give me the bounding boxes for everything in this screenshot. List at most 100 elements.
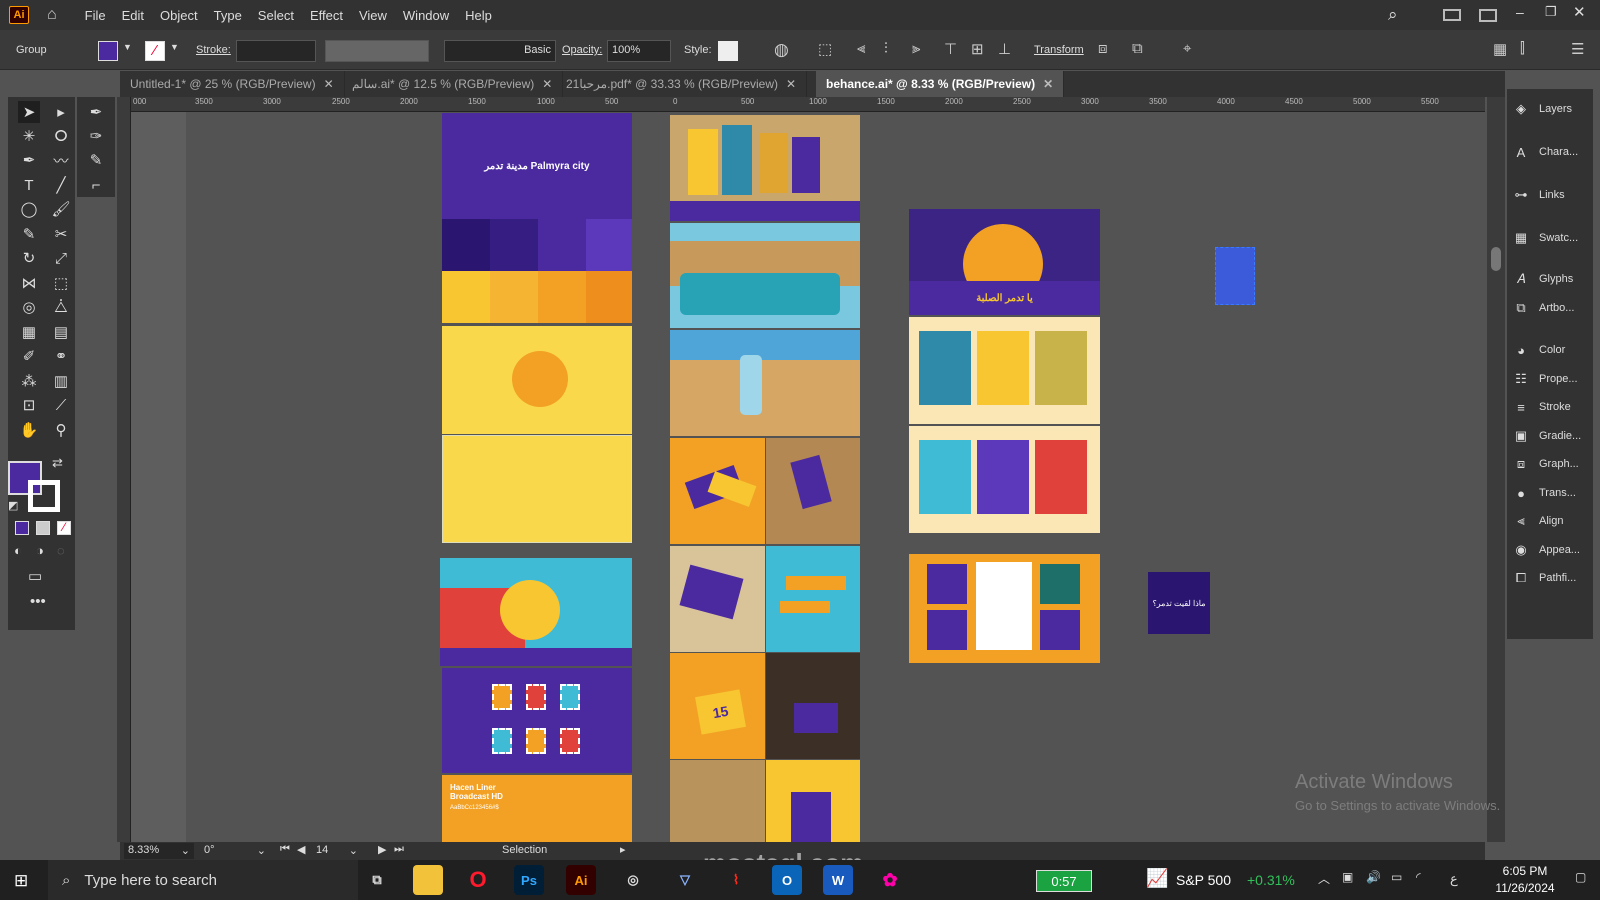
panel-character[interactable]: A Chara... [1511,140,1593,164]
artboard-mockup-bottle[interactable] [670,330,860,436]
tab-salem[interactable]: سالم.ai* @ 12.5 % (RGB/Preview) ✕ [342,71,564,97]
status-menu-icon[interactable]: ▸ [620,843,626,856]
variable-width-field[interactable] [325,40,429,62]
shaper-tool-icon[interactable]: ✎ [18,223,40,245]
minimize-icon[interactable]: – [1516,4,1524,20]
panel-stroke[interactable]: ≡ Stroke [1511,395,1593,419]
pen-tool-icon[interactable]: ✒ [18,149,40,171]
close-tab-icon[interactable]: ✕ [1043,77,1053,91]
perspective-grid-tool-icon[interactable]: ⧊ [50,296,72,318]
delete-anchor-tool-icon[interactable]: ✑ [85,125,107,147]
menu-help[interactable]: Help [465,8,492,23]
panel-align[interactable]: ⫷ Align [1511,509,1593,533]
style-swatch[interactable] [718,41,738,61]
opera-icon[interactable]: O [463,865,493,895]
scrollbar-thumb[interactable] [1491,247,1501,271]
menu-edit[interactable]: Edit [122,8,144,23]
transform-button[interactable]: Transform [1034,44,1084,56]
close-tab-icon[interactable]: ✕ [542,77,552,91]
close-tab-icon[interactable]: ✕ [324,77,334,91]
none-mode-icon[interactable]: ⁄ [57,521,71,535]
arrange-icon[interactable]: ▦ [1493,40,1507,58]
acrobat-icon[interactable]: ⌇ [721,865,751,895]
artboard-poster-hero[interactable]: يا تدمر الصلبة [909,209,1100,315]
color-mode-icon[interactable] [15,521,29,535]
artboard-stamps[interactable] [442,668,632,773]
search-icon[interactable]: ⌕ [1388,5,1398,25]
workspace-icon[interactable] [1479,9,1497,22]
draw-normal-icon[interactable]: ◐ [14,543,22,558]
prev-artboard-icon[interactable]: ◀ [297,843,305,856]
artboard-brochure[interactable] [440,558,632,666]
gradient-tool-icon[interactable]: ▤ [50,321,72,343]
curvature-tool-icon[interactable]: 〰 [50,149,72,171]
menu-view[interactable]: View [359,8,387,23]
stroke-weight-stepper[interactable] [236,40,316,62]
fill-dropdown-icon[interactable]: ▼ [123,42,132,52]
close-window-icon[interactable]: ✕ [1573,3,1586,21]
panel-color[interactable]: ◕ Color [1511,338,1593,362]
timer-badge[interactable]: 0:57 [1036,870,1092,892]
hand-tool-icon[interactable]: ✋ [18,419,40,441]
artboard-mockup-ticket[interactable] [766,438,860,544]
graph-tool-icon[interactable]: ▥ [50,370,72,392]
artboard-mockup-bag[interactable] [766,653,860,759]
rotate-tool-icon[interactable]: ↻ [18,247,40,269]
type-tool-icon[interactable]: T [18,174,40,196]
taskbar-search[interactable]: ⌕ Type here to search [48,860,358,900]
canvas[interactable]: مدينة تدمر Palmyra city Hacen Liner Broa… [131,112,1485,842]
tab-untitled[interactable]: Untitled-1* @ 25 % (RGB/Preview) ✕ [120,71,345,97]
align-to-icon[interactable]: ⬚ [818,40,832,58]
panel-links[interactable]: ⊶ Links [1511,183,1593,207]
lasso-tool-icon[interactable]: ⵔ [50,125,72,147]
artboard-tool-icon[interactable]: ⊡ [18,394,40,416]
isolate-icon[interactable]: ⧈ [1098,40,1108,57]
artboard-mockup-calendar[interactable]: 15 [670,653,765,759]
notification-icon[interactable]: ▢ [1575,870,1586,884]
default-colors-icon[interactable]: ◩ [8,499,18,512]
artboard-logo-variants[interactable] [442,219,632,323]
panel-pathfinder[interactable]: ⧠ Pathfi... [1511,566,1593,590]
panel-swatches[interactable]: ▦ Swatc... [1511,226,1593,250]
shape-builder-tool-icon[interactable]: ◎ [18,296,40,318]
fill-swatch[interactable] [98,41,118,61]
task-view-icon[interactable]: ⧉ [362,865,392,895]
artboard-symbol[interactable] [442,326,632,434]
stroke-color-box[interactable] [28,480,60,512]
artboard-social-posts[interactable] [909,554,1100,663]
artboard-typography[interactable]: Hacen Liner Broadcast HD AaBbCc123456#$ [442,775,632,842]
scale-tool-icon[interactable]: ⤢ [50,247,72,269]
symbol-sprayer-tool-icon[interactable]: ⁂ [18,370,40,392]
menu-effect[interactable]: Effect [310,8,343,23]
screen-mode-icon[interactable]: ▭ [28,567,42,585]
artboard-small-poster[interactable]: ماذا لقيت تدمر؟ [1148,572,1210,634]
menu-file[interactable]: File [85,8,106,23]
ellipse-tool-icon[interactable]: ◯ [18,198,40,220]
file-explorer-icon[interactable] [413,865,443,895]
panel-transparency[interactable]: ● Trans... [1511,481,1593,505]
start-icon[interactable]: ⊞ [14,871,28,891]
artboard-mockup-uniform[interactable] [670,760,765,842]
next-artboard-icon[interactable]: ▶ [378,843,386,856]
selection-tool-icon[interactable]: ➤ [18,101,40,123]
artboard-mockup-vest[interactable] [766,760,860,842]
free-transform-tool-icon[interactable]: ⬚ [50,272,72,294]
blend-tool-icon[interactable]: ⚭ [50,345,72,367]
panel-glyphs[interactable]: 𝐴 Glyphs [1511,267,1593,291]
menu-type[interactable]: Type [214,8,242,23]
convert-anchor-tool-icon[interactable]: ⌐ [85,174,107,196]
app-icon[interactable]: ◎ [618,865,648,895]
swap-colors-icon[interactable]: ⇄ [52,455,63,471]
menu-object[interactable]: Object [160,8,198,23]
panel-artboards[interactable]: ⧉ Artbo... [1511,296,1593,320]
battery-icon[interactable]: ▭ [1391,870,1402,884]
gradient-mode-icon[interactable] [36,521,50,535]
meet-icon[interactable]: ▣ [1342,870,1353,884]
add-anchor-tool-icon[interactable]: ✒ [85,101,107,123]
artboard-mockup-flag[interactable] [670,546,765,652]
artboard-logo[interactable]: مدينة تدمر Palmyra city [442,113,632,219]
brush-definition[interactable]: Basic [444,40,556,62]
language-indicator[interactable]: ع [1450,871,1458,887]
artboard-number-field[interactable]: 14 ⌄ [312,843,362,859]
panel-gradient[interactable]: ▣ Gradie... [1511,424,1593,448]
